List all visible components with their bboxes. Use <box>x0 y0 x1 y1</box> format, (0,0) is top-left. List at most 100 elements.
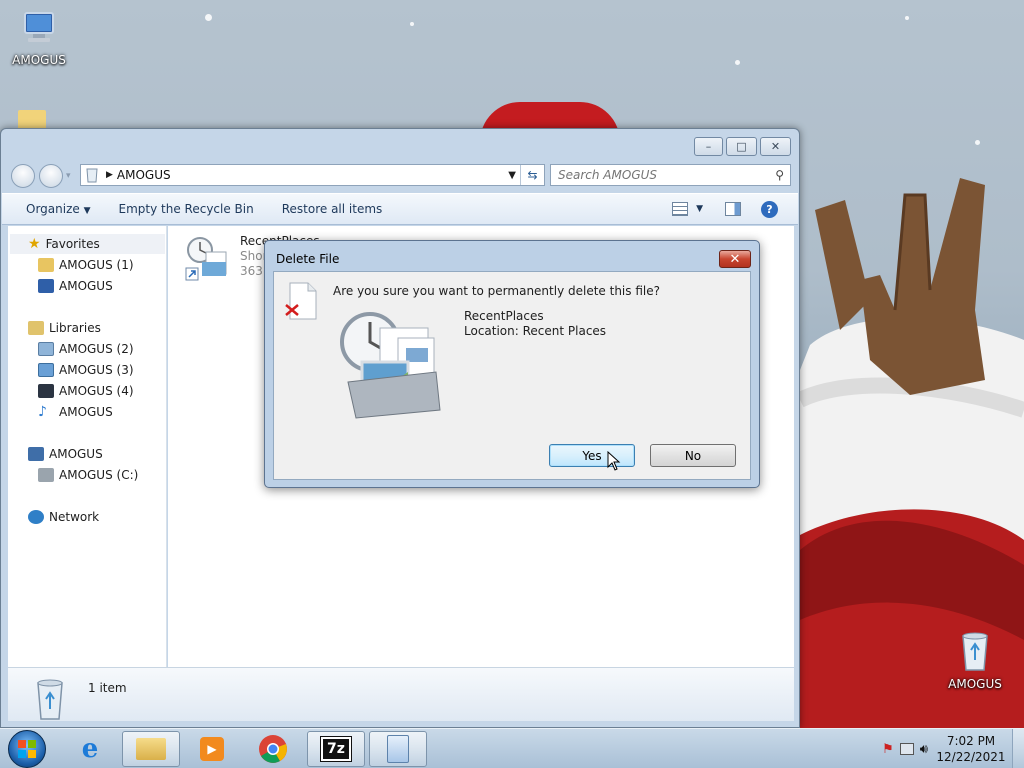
dialog-body: Are you sure you want to permanently del… <box>273 271 751 480</box>
recycle-bin-small-icon <box>86 168 98 183</box>
recycle-bin-icon <box>962 632 988 671</box>
snowflake <box>205 14 212 21</box>
address-bar[interactable]: ▶ AMOGUS ▼ ⇆ <box>80 164 545 186</box>
desktop-icon-computer[interactable]: AMOGUS <box>1 8 77 67</box>
taskbar-media-player[interactable]: ▶ <box>183 731 241 767</box>
start-button[interactable] <box>8 730 46 768</box>
system-tray: ⚑ 🔊︎ 7:02 PM 12/22/2021 <box>882 729 1024 768</box>
forward-button[interactable] <box>39 164 63 188</box>
minimize-icon: – <box>705 140 712 153</box>
view-options-chevron-icon[interactable]: ▼ <box>696 204 703 214</box>
minimize-button[interactable]: – <box>694 137 723 156</box>
taskbar-notepad[interactable] <box>369 731 427 767</box>
snowflake <box>410 22 414 26</box>
internet-explorer-icon: e <box>81 734 99 764</box>
snowflake <box>975 140 980 145</box>
network-icon <box>28 510 44 524</box>
recycle-bin-icon <box>37 679 63 720</box>
nav-label: AMOGUS <box>49 447 103 461</box>
close-icon: ✕ <box>770 140 781 153</box>
breadcrumb-arrow-icon[interactable]: ▶ <box>106 170 113 180</box>
nav-item-downloads[interactable]: AMOGUS (1) <box>38 255 134 275</box>
snowflake <box>735 60 740 65</box>
clock-time: 7:02 PM <box>946 734 996 748</box>
nav-label: AMOGUS (3) <box>59 363 134 377</box>
nav-item-local-disk[interactable]: AMOGUS (C:) <box>38 465 138 485</box>
delete-file-icon <box>285 282 317 320</box>
nav-label: AMOGUS (2) <box>59 342 134 356</box>
recent-pages-chevron-icon[interactable]: ▾ <box>66 171 71 181</box>
address-dropdown-icon[interactable]: ▼ <box>508 170 516 181</box>
media-player-icon: ▶ <box>200 737 224 761</box>
back-button[interactable] <box>11 164 35 188</box>
breadcrumb[interactable]: AMOGUS <box>117 168 171 182</box>
show-desktop-button[interactable] <box>1012 729 1024 768</box>
search-box[interactable]: ⚲ <box>550 164 791 186</box>
chevron-down-icon: ▼ <box>83 206 91 216</box>
dialog-title: Delete File <box>276 252 340 266</box>
videos-icon <box>38 384 54 398</box>
search-icon[interactable]: ⚲ <box>775 168 784 182</box>
seven-zip-icon: 7z <box>320 736 352 762</box>
nav-network[interactable]: Network <box>28 507 99 527</box>
no-button[interactable]: No <box>650 444 736 467</box>
close-icon: ✕ <box>729 251 741 267</box>
navigation-pane: ★ Favorites AMOGUS (1) AMOGUS Libraries … <box>8 226 167 667</box>
recent-places-large-icon <box>340 312 441 419</box>
command-bar: Organize ▼ Empty the Recycle Bin Restore… <box>2 193 798 225</box>
taskbar: e ▶ 7z ⚑ 🔊︎ 7:02 PM 12/22/2021 <box>0 728 1024 768</box>
close-window-button[interactable]: ✕ <box>760 137 791 156</box>
nav-label: Network <box>49 510 100 524</box>
nav-label: AMOGUS <box>59 279 113 293</box>
desktop-icon-label: AMOGUS <box>948 677 1002 691</box>
documents-icon <box>38 342 54 356</box>
refresh-icon[interactable]: ⇆ <box>520 165 544 185</box>
nav-computer[interactable]: AMOGUS <box>28 444 103 464</box>
taskbar-chrome[interactable] <box>244 731 302 767</box>
dialog-file-name: RecentPlaces <box>464 309 544 323</box>
dialog-question: Are you sure you want to permanently del… <box>333 284 660 298</box>
recent-places-shortcut-icon[interactable] <box>184 234 234 282</box>
restore-all-items-button[interactable]: Restore all items <box>268 202 397 216</box>
document-icon <box>387 735 409 763</box>
nav-favorites[interactable]: ★ Favorites <box>10 234 165 254</box>
nav-libraries[interactable]: Libraries <box>28 318 101 338</box>
libraries-icon <box>28 321 44 335</box>
taskbar-internet-explorer[interactable]: e <box>61 731 119 767</box>
music-note-icon: ♪ <box>38 404 47 420</box>
computer-icon <box>24 12 54 42</box>
dialog-file-info: RecentPlaces Location: Recent Places <box>464 309 606 339</box>
clock[interactable]: 7:02 PM 12/22/2021 <box>936 733 1006 765</box>
nav-item-music[interactable]: ♪ AMOGUS <box>38 402 113 422</box>
folder-icon <box>136 738 166 760</box>
empty-recycle-bin-button[interactable]: Empty the Recycle Bin <box>105 202 268 216</box>
nav-item-desktop[interactable]: AMOGUS <box>38 276 113 296</box>
maximize-icon: □ <box>736 140 747 153</box>
change-view-icon[interactable] <box>672 202 689 216</box>
help-icon[interactable]: ? <box>761 200 778 218</box>
pictures-icon <box>38 363 54 377</box>
desktop-folder-icon[interactable] <box>18 110 46 130</box>
network-tray-icon[interactable] <box>899 743 914 755</box>
nav-label: AMOGUS (C:) <box>59 468 139 482</box>
nav-label: Libraries <box>49 321 101 335</box>
dialog-close-button[interactable]: ✕ <box>719 250 751 268</box>
volume-icon[interactable]: 🔊︎ <box>920 742 928 757</box>
organize-button[interactable]: Organize ▼ <box>2 202 105 216</box>
maximize-button[interactable]: □ <box>726 137 757 156</box>
yes-button[interactable]: Yes <box>549 444 635 467</box>
nav-item-documents[interactable]: AMOGUS (2) <box>38 339 134 359</box>
snowflake <box>905 16 909 20</box>
preview-pane-icon[interactable] <box>725 202 741 216</box>
desktop-icon-recycle-bin[interactable]: AMOGUS <box>937 630 1013 691</box>
taskbar-7zip[interactable]: 7z <box>307 731 365 767</box>
clock-date: 12/22/2021 <box>936 750 1006 764</box>
action-center-flag-icon[interactable]: ⚑ <box>882 742 894 757</box>
downloads-folder-icon <box>38 258 54 272</box>
view-controls: ▼ ? <box>672 200 798 218</box>
details-pane: 1 item <box>8 667 794 721</box>
search-input[interactable] <box>558 168 768 182</box>
taskbar-windows-explorer[interactable] <box>122 731 180 767</box>
nav-item-pictures[interactable]: AMOGUS (3) <box>38 360 134 380</box>
nav-item-videos[interactable]: AMOGUS (4) <box>38 381 134 401</box>
